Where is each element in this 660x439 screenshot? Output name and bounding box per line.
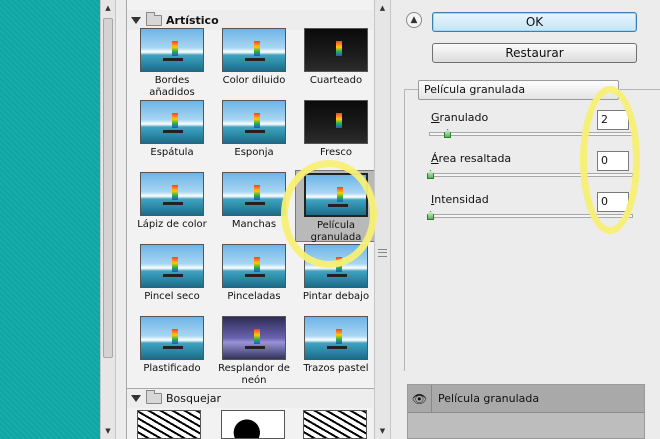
param-value-input[interactable]: 0 (597, 192, 629, 212)
expand-triangle-icon[interactable] (131, 16, 141, 24)
filter-thumbnail[interactable]: Resplandor de neón (213, 314, 295, 386)
scroll-down-arrow-icon[interactable]: ▼ (101, 423, 115, 439)
folder-icon (146, 390, 162, 404)
restore-button[interactable]: Restaurar (432, 43, 637, 63)
expand-triangle-icon[interactable] (131, 395, 141, 402)
effect-layers-panel: 👁 Película granulada (407, 384, 645, 439)
sketch-thumbnail-row (135, 410, 374, 439)
filter-thumbnail-label: Pinceladas (227, 291, 281, 302)
param-label: Granulado (431, 111, 489, 124)
filter-preview-image (222, 100, 286, 144)
filter-thumbnail-label: Espátula (150, 147, 194, 158)
filter-preview-canvas (0, 0, 100, 439)
filter-preview-image (304, 100, 368, 144)
filter-thumbnail-label: Lápiz de color (137, 219, 207, 230)
category-artistic-label: Artístico (166, 13, 219, 27)
filter-preview-image (222, 244, 286, 288)
filter-thumbnail-label: Plastificado (143, 363, 201, 374)
param-slider-track[interactable] (429, 214, 633, 218)
filter-thumbnail-label: Manchas (231, 219, 277, 230)
param-value-input[interactable]: 2 (597, 110, 629, 130)
effect-layer-name: Película granulada (438, 392, 540, 405)
scroll-down-arrow-icon[interactable]: ▼ (375, 423, 390, 439)
filter-thumbnail[interactable]: Pintar debajo (295, 242, 374, 314)
preview-scroll-thumb[interactable] (103, 18, 113, 358)
filter-thumbnail-label: Esponja (234, 147, 274, 158)
filter-preview-image (140, 244, 204, 288)
filter-preview-image (140, 172, 204, 216)
filter-thumbnail-label: Pintar debajo (302, 291, 370, 302)
sketch-thumbnail[interactable] (137, 410, 201, 439)
filter-thumbnail[interactable]: Espátula (131, 98, 213, 170)
filter-thumbnail-label: Película granulada (310, 220, 362, 243)
filter-thumbnail-label: Color diluido (222, 75, 286, 86)
filter-thumbnail[interactable]: Plastificado (131, 314, 213, 386)
filter-preview-image (304, 244, 368, 288)
filter-thumbnail-label: Pincel seco (144, 291, 200, 302)
filter-preview-image (304, 28, 368, 72)
scroll-up-arrow-icon[interactable]: ▲ (101, 0, 115, 16)
splitter (116, 0, 126, 439)
filter-preview-image (140, 100, 204, 144)
filter-thumbnail[interactable]: Cuarteado (295, 26, 374, 98)
filter-preview-image (222, 28, 286, 72)
category-sketch-label: Bosquejar (166, 392, 222, 405)
filter-preview-image (304, 316, 368, 360)
param-label: Intensidad (431, 193, 489, 206)
gallery-scrollbar[interactable]: ▲ ▼ (374, 0, 391, 439)
collapse-gallery-icon[interactable]: ▲ (406, 12, 422, 28)
filter-preview-image (304, 173, 368, 217)
filter-preview-image (140, 28, 204, 72)
filter-thumbnail[interactable]: Pinceladas (213, 242, 295, 314)
scroll-grip-icon[interactable] (378, 249, 387, 257)
folder-icon (146, 11, 162, 26)
sketch-thumbnail[interactable] (303, 410, 367, 439)
preview-scrollbar[interactable]: ▲ ▼ (100, 0, 116, 439)
filter-preview-image (140, 316, 204, 360)
ok-button[interactable]: OK (432, 12, 637, 32)
filter-select[interactable]: Película granulada (418, 80, 619, 100)
scroll-up-arrow-icon[interactable]: ▲ (375, 0, 390, 16)
eye-visibility-icon[interactable]: 👁 (408, 384, 432, 413)
filter-preview-image (222, 316, 286, 360)
param-label: Área resaltada (431, 152, 512, 165)
filter-thumbnail[interactable]: Color diluido (213, 26, 295, 98)
effect-layer-row[interactable]: 👁 Película granulada (408, 384, 644, 413)
filter-thumbnail[interactable]: Esponja (213, 98, 295, 170)
settings-panel: ▲ OK Restaurar Película granulada Granul… (391, 0, 660, 439)
filter-thumbnail-label: Trazos pastel (303, 363, 369, 374)
param-slider-track[interactable] (429, 132, 633, 136)
filter-thumbnail-label: Bordes añadidos (149, 75, 195, 98)
filter-thumbnail[interactable]: Película granulada (295, 170, 374, 243)
sketch-thumbnail[interactable] (221, 410, 285, 439)
filter-thumbnail-label: Fresco (320, 147, 352, 158)
filter-thumbnail[interactable]: Bordes añadidos (131, 26, 213, 98)
param-slider-track[interactable] (429, 173, 633, 177)
filter-thumbnail-label: Resplandor de neón (218, 363, 290, 386)
param-value-input[interactable]: 0 (597, 151, 629, 171)
filter-thumbnail[interactable]: Pincel seco (131, 242, 213, 314)
filter-thumbnail[interactable]: Trazos pastel (295, 314, 374, 386)
filter-thumbnail[interactable]: Fresco (295, 98, 374, 170)
filter-preview-image (222, 172, 286, 216)
filter-thumbnail[interactable]: Manchas (213, 170, 295, 242)
filter-thumbnail-label: Cuarteado (309, 75, 363, 86)
filter-gallery: Artístico Bordes añadidos Color diluido Cu… (126, 0, 374, 439)
filter-thumbnail[interactable]: Lápiz de color (131, 170, 213, 242)
category-sketch-header[interactable]: Bosquejar (127, 388, 374, 408)
